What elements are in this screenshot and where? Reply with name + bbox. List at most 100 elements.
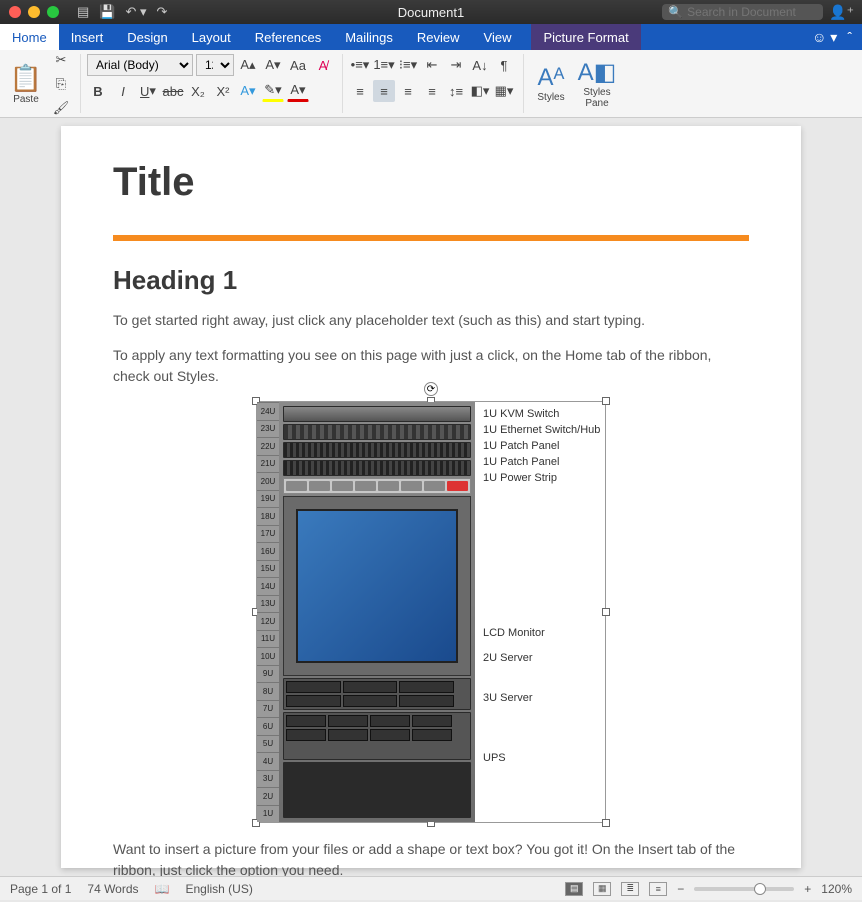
document-title: Document1	[398, 5, 464, 20]
text-effects-icon[interactable]: A▾	[237, 80, 259, 102]
autosave-icon[interactable]: ▤	[77, 4, 89, 20]
shading-icon[interactable]: ◧▾	[469, 80, 491, 102]
subscript-button[interactable]: X₂	[187, 80, 209, 102]
align-right-icon[interactable]: ≡	[397, 80, 419, 102]
web-layout-view[interactable]: ▦	[593, 882, 611, 896]
undo-icon[interactable]: ↶ ▾	[125, 4, 146, 20]
server-3u	[283, 712, 471, 760]
label-patch1: 1U Patch Panel	[483, 440, 559, 452]
paragraph-3[interactable]: Want to insert a picture from your files…	[113, 839, 749, 876]
multilevel-list-icon[interactable]: ⁝≡▾	[397, 54, 419, 76]
highlight-icon[interactable]: ✎▾	[262, 80, 284, 102]
tab-home[interactable]: Home	[0, 24, 59, 50]
show-marks-icon[interactable]: ¶	[493, 54, 515, 76]
italic-button[interactable]: I	[112, 80, 134, 102]
page[interactable]: Title Heading 1 To get started right awa…	[61, 126, 801, 868]
change-case-icon[interactable]: Aa	[287, 54, 309, 76]
close-window[interactable]	[9, 6, 21, 18]
rack-equipment	[279, 402, 475, 822]
paragraph-1[interactable]: To get started right away, just click an…	[113, 310, 749, 331]
align-center-icon[interactable]: ≡	[373, 80, 395, 102]
search-box[interactable]: 🔍	[662, 4, 823, 20]
tab-layout[interactable]: Layout	[180, 24, 243, 50]
paragraph-group: •≡▾ 1≡▾ ⁝≡▾ ⇤ ⇥ A↓ ¶ ≡ ≡ ≡ ≡ ↕≡ ◧▾ ▦▾	[349, 54, 524, 113]
ruler-mark: 1U	[257, 805, 279, 823]
styles-button[interactable]: Aᴬ Styles	[530, 64, 572, 103]
label-lcd: LCD Monitor	[483, 627, 545, 639]
spellcheck-icon[interactable]: 📖	[155, 882, 170, 896]
clear-formatting-icon[interactable]: A̸	[312, 54, 334, 76]
strikethrough-button[interactable]: abc	[162, 80, 184, 102]
ruler-mark: 3U	[257, 770, 279, 788]
zoom-level[interactable]: 120%	[821, 882, 852, 896]
tab-review[interactable]: Review	[405, 24, 472, 50]
font-name-select[interactable]: Arial (Body)	[87, 54, 193, 76]
label-srv3: 3U Server	[483, 692, 533, 704]
feedback-icon[interactable]: ☺ ▾	[812, 29, 837, 46]
paste-button[interactable]: 📋 Paste	[6, 63, 46, 105]
increase-indent-icon[interactable]: ⇥	[445, 54, 467, 76]
format-painter-icon[interactable]: 🖌	[50, 97, 72, 119]
document-canvas[interactable]: Title Heading 1 To get started right awa…	[0, 118, 862, 876]
shrink-font-icon[interactable]: A▾	[262, 54, 284, 76]
styles-pane-button[interactable]: A◧ Styles Pane	[576, 58, 618, 109]
search-icon: 🔍	[668, 5, 683, 19]
zoom-window[interactable]	[47, 6, 59, 18]
superscript-button[interactable]: X²	[212, 80, 234, 102]
sort-icon[interactable]: A↓	[469, 54, 491, 76]
heading-1[interactable]: Heading 1	[113, 265, 749, 296]
paragraph-2[interactable]: To apply any text formatting you see on …	[113, 345, 749, 387]
title-text[interactable]: Title	[113, 160, 749, 205]
decrease-indent-icon[interactable]: ⇤	[421, 54, 443, 76]
zoom-thumb[interactable]	[754, 883, 766, 895]
patch-panel-2	[283, 460, 471, 476]
bold-button[interactable]: B	[87, 80, 109, 102]
tab-view[interactable]: View	[472, 24, 524, 50]
outline-view[interactable]: ≣	[621, 882, 639, 896]
tab-design[interactable]: Design	[115, 24, 179, 50]
ruler-mark: 20U	[257, 472, 279, 490]
ruler-mark: 21U	[257, 455, 279, 473]
word-count[interactable]: 74 Words	[87, 882, 138, 896]
rotate-handle[interactable]: ⟳	[424, 382, 438, 396]
page-indicator[interactable]: Page 1 of 1	[10, 882, 71, 896]
ruler-mark: 17U	[257, 525, 279, 543]
align-left-icon[interactable]: ≡	[349, 80, 371, 102]
zoom-in-icon[interactable]: +	[804, 882, 811, 896]
zoom-out-icon[interactable]: −	[677, 882, 684, 896]
rack-ruler: 1U2U3U4U5U6U7U8U9U10U11U12U13U14U15U16U1…	[257, 402, 279, 822]
copy-icon[interactable]: ⎘	[50, 73, 72, 95]
line-spacing-icon[interactable]: ↕≡	[445, 80, 467, 102]
underline-button[interactable]: U▾	[137, 80, 159, 102]
font-size-select[interactable]: 12	[196, 54, 234, 76]
selected-picture[interactable]: ⟳ 1U2U3U4U5U6U7U8U9U10U11U12U13U14U15U16…	[256, 401, 606, 823]
tab-references[interactable]: References	[243, 24, 333, 50]
zoom-slider[interactable]	[694, 887, 794, 891]
tab-mailings[interactable]: Mailings	[333, 24, 405, 50]
ups	[283, 762, 471, 818]
bullets-icon[interactable]: •≡▾	[349, 54, 371, 76]
ruler-mark: 24U	[257, 402, 279, 420]
borders-icon[interactable]: ▦▾	[493, 80, 515, 102]
language-indicator[interactable]: English (US)	[185, 882, 252, 896]
draft-view[interactable]: ≡	[649, 882, 667, 896]
collapse-ribbon-icon[interactable]: ˆ	[847, 29, 852, 45]
print-layout-view[interactable]: ▤	[565, 882, 583, 896]
tab-insert[interactable]: Insert	[59, 24, 116, 50]
ruler-mark: 7U	[257, 700, 279, 718]
share-icon[interactable]: 👤⁺	[829, 4, 854, 21]
justify-icon[interactable]: ≡	[421, 80, 443, 102]
cut-icon[interactable]: ✂	[50, 49, 72, 71]
grow-font-icon[interactable]: A▴	[237, 54, 259, 76]
font-color-icon[interactable]: A▾	[287, 80, 309, 102]
server-2u	[283, 678, 471, 710]
tab-picture-format[interactable]: Picture Format	[531, 24, 640, 50]
search-input[interactable]	[687, 5, 817, 19]
minimize-window[interactable]	[28, 6, 40, 18]
save-icon[interactable]: 💾	[99, 4, 115, 20]
status-bar: Page 1 of 1 74 Words 📖 English (US) ▤ ▦ …	[0, 876, 862, 900]
redo-icon[interactable]: ↷	[157, 4, 168, 20]
label-eth: 1U Ethernet Switch/Hub	[483, 424, 600, 436]
numbering-icon[interactable]: 1≡▾	[373, 54, 395, 76]
rack-labels: 1U KVM Switch 1U Ethernet Switch/Hub 1U …	[475, 402, 605, 822]
